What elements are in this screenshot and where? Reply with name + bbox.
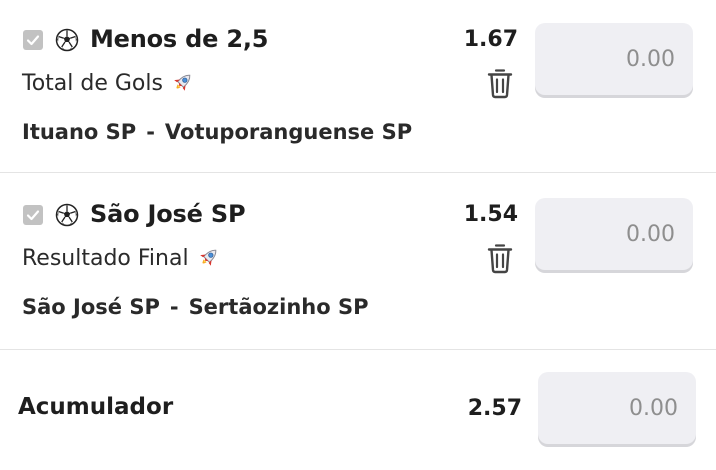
away-team: Votuporanguense SP <box>164 120 413 144</box>
bet-odds: 1.67 <box>463 27 518 52</box>
accumulator-row: Acumulador 2.57 <box>0 350 716 470</box>
accumulator-odds: 2.57 <box>467 396 522 421</box>
accumulator-stake-input[interactable] <box>538 372 696 444</box>
checkbox-check-icon <box>26 35 40 46</box>
bet-checkbox[interactable] <box>23 30 43 50</box>
away-team: Sertãozinho SP <box>188 295 369 319</box>
accumulator-label: Acumulador <box>18 394 174 420</box>
rocket-icon <box>195 245 221 271</box>
trash-icon[interactable] <box>486 242 514 274</box>
matchup: São José SP - Sertãozinho SP <box>22 295 369 319</box>
soccer-ball-icon <box>55 28 79 52</box>
bet-card: São José SP Resultado Final São José SP … <box>0 175 716 349</box>
market-row: Resultado Final <box>22 245 221 271</box>
soccer-ball-icon <box>55 203 79 227</box>
selection-name: Menos de 2,5 <box>90 25 269 53</box>
bet-odds: 1.54 <box>463 202 518 227</box>
rocket-icon <box>169 70 195 96</box>
bet-card: Menos de 2,5 Total de Gols Ituano SP - V… <box>0 0 716 174</box>
divider <box>0 172 716 173</box>
trash-icon[interactable] <box>486 67 514 99</box>
checkbox-check-icon <box>26 210 40 221</box>
home-team: Ituano SP <box>22 120 137 144</box>
home-team: São José SP <box>22 295 160 319</box>
bet-checkbox[interactable] <box>23 205 43 225</box>
market-row: Total de Gols <box>22 70 195 96</box>
matchup-separator: - <box>146 120 155 144</box>
stake-input[interactable] <box>535 198 693 270</box>
market-name: Resultado Final <box>22 245 189 271</box>
stake-input[interactable] <box>535 23 693 95</box>
matchup-separator: - <box>169 295 179 319</box>
bet-slip: Menos de 2,5 Total de Gols Ituano SP - V… <box>0 0 716 470</box>
market-name: Total de Gols <box>22 70 163 96</box>
matchup: Ituano SP - Votuporanguense SP <box>22 120 412 144</box>
selection-name: São José SP <box>90 200 246 228</box>
